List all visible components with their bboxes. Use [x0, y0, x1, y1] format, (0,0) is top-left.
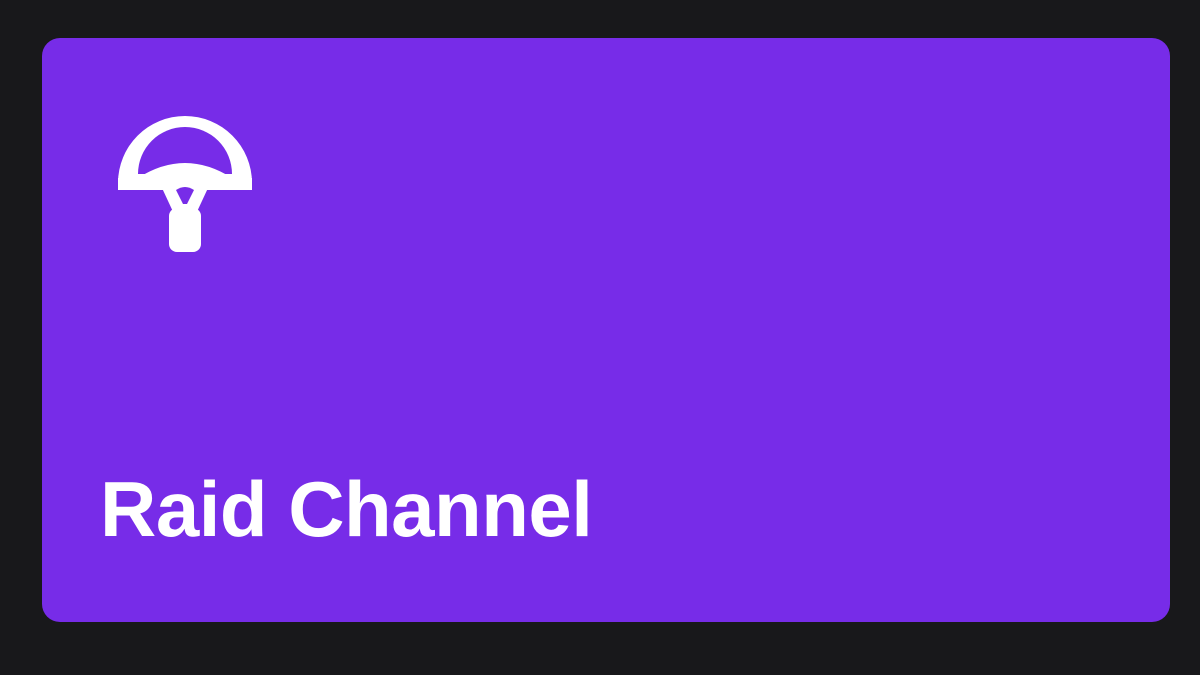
card-title: Raid Channel: [100, 465, 593, 553]
raid-channel-card[interactable]: Raid Channel: [42, 38, 1170, 622]
parachute-icon: [110, 108, 260, 258]
